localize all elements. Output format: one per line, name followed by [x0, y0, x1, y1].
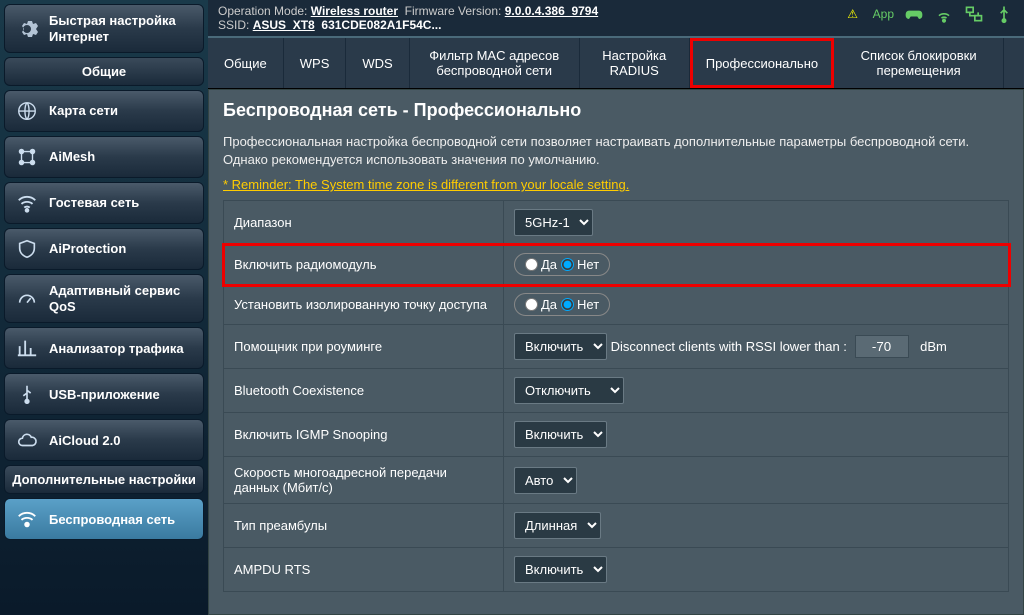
fw-link[interactable]: 9.0.0.4.386_9794 — [505, 4, 598, 18]
label-ampdu: AMPDU RTS — [224, 548, 504, 592]
info-icon[interactable]: ⚠ — [843, 4, 863, 24]
row-ampdu: AMPDU RTS Включить — [224, 548, 1009, 592]
usb-icon — [15, 382, 39, 406]
sidebar-item-wireless[interactable]: Беспроводная сеть — [4, 498, 204, 540]
select-bt[interactable]: Отключить — [514, 377, 624, 404]
tab-roaming-block[interactable]: Список блокировки перемещения — [834, 38, 1004, 88]
fw-label: Firmware Version: — [405, 4, 502, 18]
settings-table: Диапазон 5GHz-1 Включить радиомодуль Да … — [223, 200, 1009, 592]
sidebar-item-qos[interactable]: Адаптивный сервис QoS — [4, 274, 204, 323]
row-ap-isolate: Установить изолированную точку доступа Д… — [224, 285, 1009, 325]
row-enable-radio: Включить радиомодуль Да Нет — [224, 245, 1009, 285]
row-bt: Bluetooth Coexistence Отключить — [224, 369, 1009, 413]
gamepad-icon[interactable] — [904, 4, 924, 24]
sidebar-label: Анализатор трафика — [49, 341, 184, 357]
sidebar-item-aiprotection[interactable]: AiProtection — [4, 228, 204, 270]
sidebar-label: Адаптивный сервис QoS — [49, 283, 193, 314]
radio-iso-no[interactable]: Нет — [561, 297, 599, 312]
label-ap-isolate: Установить изолированную точку доступа — [224, 285, 504, 325]
ssid-value-1: ASUS_XT8 — [253, 18, 315, 32]
radio-iso-yes[interactable]: Да — [525, 297, 557, 312]
page-title: Беспроводная сеть - Профессионально — [223, 100, 1009, 121]
select-ampdu[interactable]: Включить — [514, 556, 607, 583]
op-mode-label: Operation Mode: — [218, 4, 307, 18]
radio-enable-no[interactable]: Нет — [561, 257, 599, 272]
label-roaming: Помощник при роуминге — [224, 325, 504, 369]
input-rssi[interactable] — [855, 335, 909, 358]
select-mcast[interactable]: Авто — [514, 467, 577, 494]
main-area: Operation Mode: Wireless router Firmware… — [208, 0, 1024, 615]
label-bt: Bluetooth Coexistence — [224, 369, 504, 413]
label-enable-radio: Включить радиомодуль — [224, 245, 504, 285]
select-preamble[interactable]: Длинная — [514, 512, 601, 539]
row-band: Диапазон 5GHz-1 — [224, 201, 1009, 245]
wifi-icon — [15, 191, 39, 215]
lan-icon[interactable] — [964, 4, 984, 24]
globe-icon — [15, 99, 39, 123]
sidebar-label: Карта сети — [49, 103, 118, 119]
quick-setup-label: Быстрая настройка Интернет — [49, 13, 193, 44]
label-igmp: Включить IGMP Snooping — [224, 413, 504, 457]
op-mode-link[interactable]: Wireless router — [311, 4, 398, 18]
label-band: Диапазон — [224, 201, 504, 245]
row-roaming: Помощник при роуминге Включить Disconnec… — [224, 325, 1009, 369]
topbar: Operation Mode: Wireless router Firmware… — [208, 0, 1024, 36]
tab-wps[interactable]: WPS — [284, 38, 347, 88]
tab-radius[interactable]: Настройка RADIUS — [580, 38, 690, 88]
mesh-icon — [15, 145, 39, 169]
sidebar-item-traffic[interactable]: Анализатор трафика — [4, 327, 204, 369]
label-mcast: Скорость многоадресной передачи данных (… — [224, 457, 504, 504]
usb-status-icon[interactable] — [994, 4, 1014, 24]
radio-enable-yes[interactable]: Да — [525, 257, 557, 272]
quick-setup-button[interactable]: Быстрая настройка Интернет — [4, 4, 204, 53]
gauge-icon — [15, 287, 39, 311]
ssid-value-2: 631CDE082A1F54C... — [321, 18, 441, 32]
sidebar-label: Беспроводная сеть — [49, 512, 175, 528]
sidebar-item-usb[interactable]: USB-приложение — [4, 373, 204, 415]
shield-icon — [15, 237, 39, 261]
row-igmp: Включить IGMP Snooping Включить — [224, 413, 1009, 457]
unit-dbm: dBm — [920, 339, 947, 354]
chart-icon — [15, 336, 39, 360]
wifi-icon — [15, 507, 39, 531]
page-description: Профессиональная настройка беспроводной … — [223, 133, 1009, 169]
tab-general[interactable]: Общие — [208, 38, 284, 88]
sidebar-item-aimesh[interactable]: AiMesh — [4, 136, 204, 178]
row-preamble: Тип преамбулы Длинная — [224, 504, 1009, 548]
sidebar-label: Гостевая сеть — [49, 195, 139, 211]
tab-bar: Общие WPS WDS Фильтр MAC адресов беспров… — [208, 36, 1024, 89]
sidebar-label: USB-приложение — [49, 387, 160, 403]
sidebar-label: AiCloud 2.0 — [49, 433, 121, 449]
timezone-reminder-link[interactable]: * Reminder: The System time zone is diff… — [223, 177, 629, 192]
tab-professional[interactable]: Профессионально — [690, 38, 834, 88]
content-panel: Беспроводная сеть - Профессионально Проф… — [208, 89, 1024, 615]
ssid-label: SSID: — [218, 18, 249, 32]
label-preamble: Тип преамбулы — [224, 504, 504, 548]
sidebar-item-network-map[interactable]: Карта сети — [4, 90, 204, 132]
sidebar-label: AiProtection — [49, 241, 126, 257]
tab-wds[interactable]: WDS — [346, 38, 409, 88]
app-link[interactable]: App — [873, 7, 894, 21]
sidebar-item-aicloud[interactable]: AiCloud 2.0 — [4, 419, 204, 461]
status-icons: ⚠ App — [843, 4, 1014, 24]
tab-mac-filter[interactable]: Фильтр MAC адресов беспроводной сети — [410, 38, 580, 88]
signal-icon[interactable] — [934, 4, 954, 24]
select-band[interactable]: 5GHz-1 — [514, 209, 593, 236]
sidebar-item-guest[interactable]: Гостевая сеть — [4, 182, 204, 224]
cloud-icon — [15, 428, 39, 452]
row-mcast: Скорость многоадресной передачи данных (… — [224, 457, 1009, 504]
section-advanced: Дополнительные настройки — [4, 465, 204, 494]
sidebar: Быстрая настройка Интернет Общие Карта с… — [0, 0, 208, 615]
sidebar-label: AiMesh — [49, 149, 95, 165]
gear-icon — [15, 17, 39, 41]
rssi-note: Disconnect clients with RSSI lower than … — [611, 339, 847, 354]
select-igmp[interactable]: Включить — [514, 421, 607, 448]
section-general: Общие — [4, 57, 204, 86]
select-roaming[interactable]: Включить — [514, 333, 607, 360]
